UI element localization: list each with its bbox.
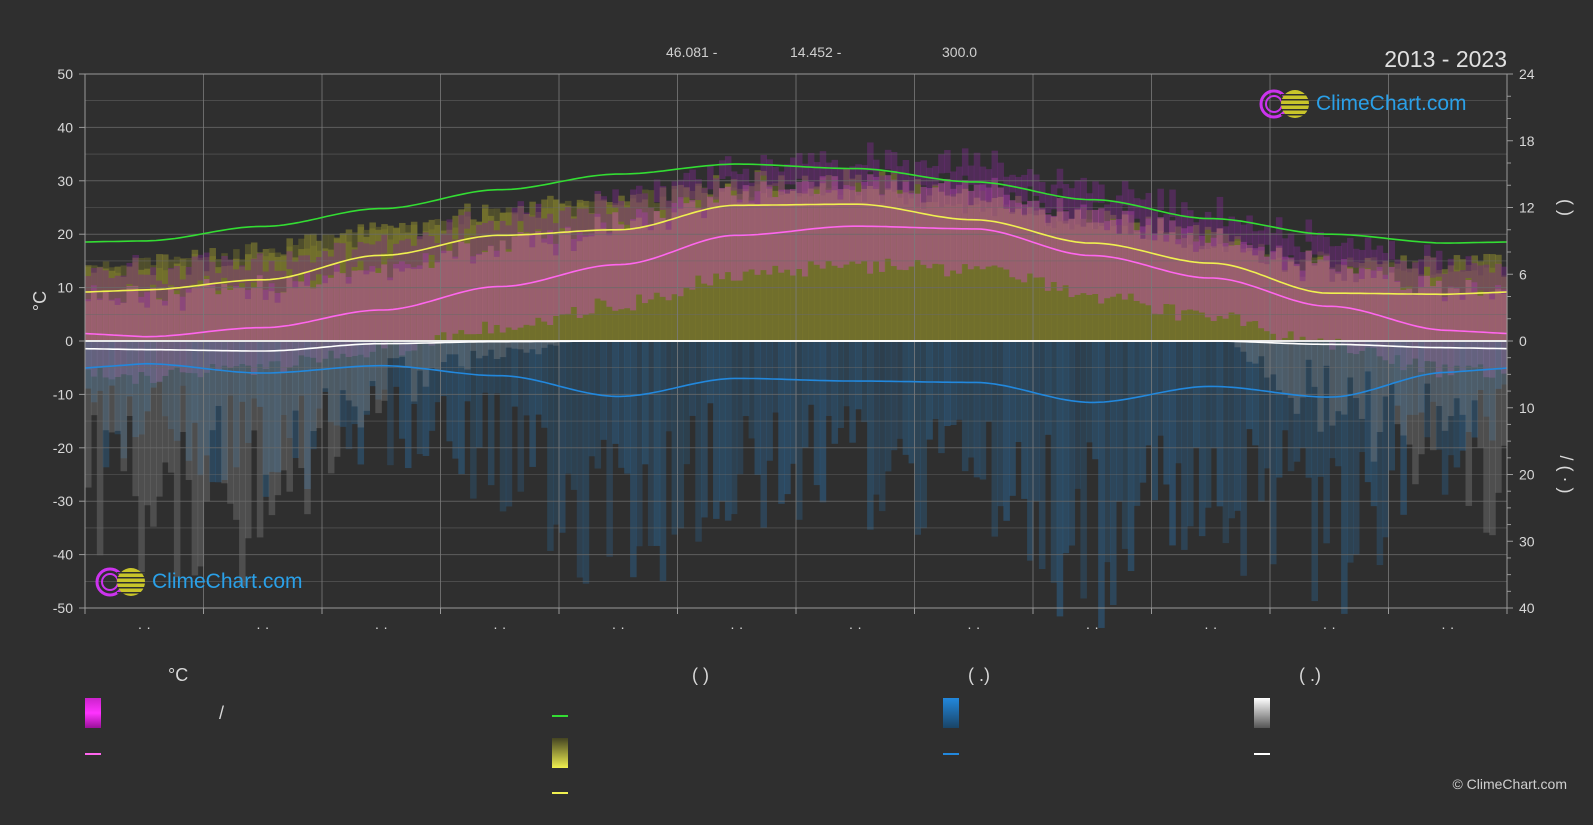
- x-tick-label: · ·: [1204, 619, 1217, 635]
- y-right-lower-tick-label: 40: [1519, 600, 1535, 616]
- snow-range-swatch: [1254, 698, 1270, 728]
- logo-text: ClimeChart.com: [152, 570, 303, 593]
- y-right-lower-tick-label: 30: [1519, 533, 1535, 549]
- logo-bottom[interactable]: ClimeChart.com: [94, 566, 303, 598]
- y-left-tick-label: 0: [65, 333, 73, 349]
- y-left-tick-label: 10: [57, 280, 73, 296]
- temperature-mean-swatch: [85, 753, 101, 755]
- x-tick-label: · ·: [493, 619, 506, 635]
- x-tick-label: · ·: [849, 619, 862, 635]
- y-right-lower-axis-label: / ( · ): [1556, 456, 1576, 494]
- x-tick-label: · ·: [612, 619, 625, 635]
- y-right-lower-tick-label: 10: [1519, 400, 1535, 416]
- logo-top[interactable]: ClimeChart.com: [1258, 88, 1467, 120]
- climate-chart: 50 40 30 20 10 0 -10 -20 -30 -40 -50 °C 24 18 12 6 0 10 20…: [30, 66, 1576, 635]
- x-tick-label: · ·: [375, 619, 388, 635]
- logo-text: ClimeChart.com: [1316, 92, 1467, 115]
- elevation-label: 300.0: [942, 44, 978, 60]
- y-left-axis-label: °C: [30, 291, 50, 311]
- x-tick-label: · ·: [138, 619, 151, 635]
- y-left-tick-label: -20: [53, 440, 73, 456]
- longitude-label: 14.452 -: [790, 44, 842, 60]
- y-right-upper-axis-label: ( ): [1556, 199, 1576, 216]
- legend-daylight-header: ( ): [692, 665, 709, 685]
- y-left-tick-label: -40: [53, 547, 73, 563]
- logo-icon: [1259, 89, 1309, 119]
- y-left-tick-label: -10: [53, 386, 73, 402]
- copyright: © ClimeChart.com: [1452, 776, 1567, 792]
- y-left-tick-label: -50: [53, 600, 73, 616]
- legend-snow-header: ( .): [1299, 665, 1321, 685]
- legend-precipitation-header: ( .): [968, 665, 990, 685]
- precipitation-range-swatch: [943, 698, 959, 728]
- x-tick-label: · ·: [967, 619, 980, 635]
- temperature-range-swatch: [85, 698, 101, 728]
- x-tick-label: · ·: [256, 619, 269, 635]
- y-right-upper-tick-label: 18: [1519, 133, 1535, 149]
- y-right-upper-tick-label: 0: [1519, 333, 1527, 349]
- x-tick-label: · ·: [1086, 619, 1099, 635]
- sunshine-range-swatch: [552, 738, 568, 768]
- y-left-tick-label: 30: [57, 173, 73, 189]
- y-left-tick-label: 20: [57, 226, 73, 242]
- precipitation-mean-swatch: [943, 753, 959, 755]
- sunshine-mean-swatch: [552, 792, 568, 794]
- y-left-tick-label: -30: [53, 493, 73, 509]
- snow-mean-swatch: [1254, 753, 1270, 755]
- legend-temperature-header: °C: [168, 665, 189, 685]
- y-left-tick-label: 40: [57, 119, 73, 135]
- year-range-title: 2013 - 2023: [1384, 46, 1507, 72]
- daylight-swatch: [552, 715, 568, 717]
- legend-temperature-slash: /: [219, 703, 225, 723]
- y-right-upper-tick-label: 12: [1519, 200, 1535, 216]
- y-right-upper-tick-label: 6: [1519, 266, 1527, 282]
- x-tick-label: · ·: [730, 619, 743, 635]
- logo-icon: [95, 567, 145, 597]
- latitude-label: 46.081 -: [666, 44, 718, 60]
- y-left-tick-label: 50: [57, 66, 73, 82]
- x-tick-label: · ·: [1441, 619, 1454, 635]
- x-tick-label: · ·: [1323, 619, 1336, 635]
- y-right-lower-tick-label: 20: [1519, 467, 1535, 483]
- y-right-upper-tick-label: 24: [1519, 66, 1535, 82]
